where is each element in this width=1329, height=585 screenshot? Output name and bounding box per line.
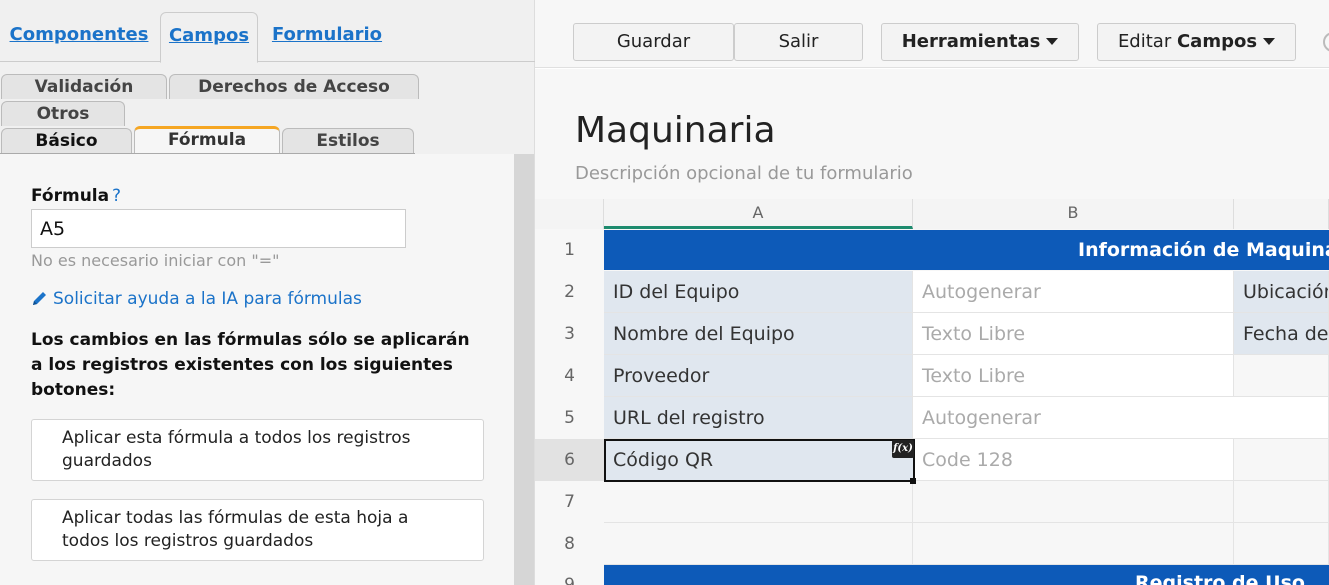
cell-a6-selected[interactable]: Código QR [604, 439, 915, 482]
cell-a7[interactable] [604, 481, 913, 523]
ai-formula-help-link[interactable]: Solicitar ayuda a la IA para fórmulas [31, 289, 362, 309]
row-header-3[interactable]: 3 [535, 313, 604, 355]
cell-c8[interactable] [1234, 523, 1329, 565]
formula-label: Fórmula [31, 186, 110, 206]
caret-down-icon [1046, 38, 1059, 45]
cell-b7[interactable] [913, 481, 1234, 523]
row-header-2[interactable]: 2 [535, 271, 604, 313]
cell-a3[interactable]: Nombre del Equipo [604, 313, 913, 355]
tools-menu-button[interactable]: Herramientas [881, 23, 1079, 61]
edit-fields-label: Campos [1176, 31, 1258, 52]
subtab-otros[interactable]: Otros [1, 101, 125, 126]
row-header-6[interactable]: 6 [535, 439, 604, 481]
fill-handle[interactable] [910, 478, 916, 484]
tab-campos[interactable]: Campos [160, 12, 258, 63]
cell-b3[interactable]: Texto Libre [913, 313, 1234, 355]
row-header-4[interactable]: 4 [535, 355, 604, 397]
form-description[interactable]: Descripción opcional de tu formulario [575, 163, 913, 184]
cell-b4[interactable]: Texto Libre [913, 355, 1234, 397]
top-tab-bar: Componentes Campos Formulario [0, 0, 535, 63]
row-header-5[interactable]: 5 [535, 397, 604, 439]
panel-scrollbar[interactable] [514, 154, 534, 585]
formula-fx-icon: f(x) [892, 440, 914, 458]
ai-link-label: Solicitar ayuda a la IA para fórmulas [53, 289, 362, 309]
tab-componentes[interactable]: Componentes [0, 12, 158, 62]
row-header-7[interactable]: 7 [535, 481, 604, 523]
save-button[interactable]: Guardar [573, 23, 734, 61]
exit-button[interactable]: Salir [734, 23, 863, 61]
cell-c7[interactable] [1234, 481, 1329, 523]
cell-a5[interactable]: URL del registro [604, 397, 913, 439]
cell-c3[interactable]: Fecha de [1234, 313, 1329, 355]
cell-a4[interactable]: Proveedor [604, 355, 913, 397]
tab-formulario[interactable]: Formulario [262, 12, 392, 62]
cell-c2[interactable]: Ubicación [1234, 271, 1329, 313]
row-header-8[interactable]: 8 [535, 523, 604, 565]
formula-notice: Los cambios en las fórmulas sólo se apli… [31, 330, 470, 400]
tools-label: Herramientas [901, 31, 1041, 52]
cell-b5[interactable]: Autogenerar [913, 397, 1329, 439]
toolbar: Guardar Salir Herramientas Editar Campos [535, 0, 1329, 68]
column-header-b[interactable]: B [913, 199, 1234, 229]
apply-all-formulas-button[interactable]: Aplicar todas las fórmulas de esta hoja … [31, 499, 484, 561]
subtab-estilos[interactable]: Estilos [282, 128, 414, 153]
cell-b2[interactable]: Autogenerar [913, 271, 1234, 313]
section-banner-registro-uso[interactable]: Registro de Uso [604, 565, 1329, 585]
edit-fields-menu-button[interactable]: Editar Campos [1097, 23, 1296, 61]
row-header-1[interactable]: 1 [535, 230, 604, 270]
caret-down-icon [1263, 38, 1276, 45]
column-header-a[interactable]: A [604, 199, 913, 229]
subtab-formula[interactable]: Fórmula [134, 126, 280, 154]
pencil-icon [31, 289, 49, 307]
column-header-c[interactable] [1234, 199, 1329, 229]
form-title[interactable]: Maquinaria [575, 110, 776, 151]
cell-c4[interactable] [1234, 355, 1329, 397]
formula-hint: No es necesario iniciar con "=" [31, 251, 280, 270]
subtab-derechos-acceso[interactable]: Derechos de Acceso [169, 74, 419, 99]
subtab-basico[interactable]: Básico [1, 128, 132, 153]
cell-a2[interactable]: ID del Equipo [604, 271, 913, 313]
row-header-9[interactable]: 9 [535, 565, 604, 585]
field-properties-panel: Componentes Campos Formulario Validación… [0, 0, 535, 585]
cell-c6[interactable] [1234, 439, 1329, 481]
section-banner-maquinaria[interactable]: Información de Maquinaria [604, 230, 1329, 270]
subtab-validacion[interactable]: Validación [1, 74, 167, 99]
cell-a8[interactable] [604, 523, 913, 565]
grid-corner[interactable] [535, 199, 604, 229]
cell-b8[interactable] [913, 523, 1234, 565]
edit-label: Editar [1117, 31, 1172, 52]
cell-b6[interactable]: Code 128 [913, 439, 1234, 481]
formula-input[interactable] [31, 209, 406, 248]
apply-formula-button[interactable]: Aplicar esta fórmula a todos los registr… [31, 419, 484, 481]
formula-help-icon[interactable]: ? [112, 186, 121, 206]
